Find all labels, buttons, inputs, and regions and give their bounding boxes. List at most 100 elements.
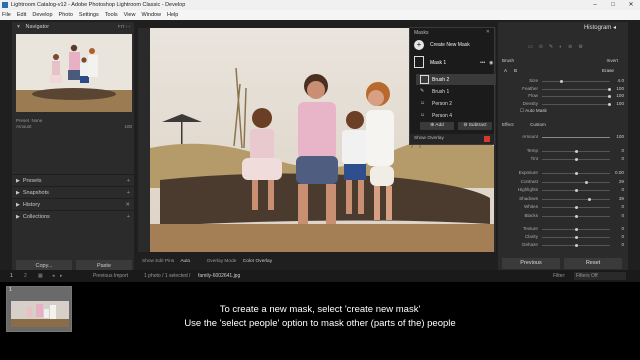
history-section[interactable]: ▶ History ✕	[12, 198, 134, 210]
slider-value[interactable]: 100	[612, 86, 624, 91]
slider-track[interactable]	[542, 236, 610, 239]
slider-texture[interactable]: Texture 0	[508, 226, 624, 233]
slider-feather[interactable]: Feather 100	[508, 86, 624, 93]
menu-window[interactable]: Window	[141, 10, 161, 20]
slider-value[interactable]: 0	[612, 187, 624, 192]
subtract-mask-button[interactable]: ⊖ Subtract	[458, 122, 492, 130]
back-arrow-icon[interactable]: ◂	[52, 270, 55, 282]
amount-slider[interactable]: Amount 100	[508, 134, 624, 141]
navigator-zoom-options[interactable]: FIT ‹ ›	[118, 22, 130, 32]
snapshots-section[interactable]: ▶ Snapshots +	[12, 186, 134, 198]
source-previous-import[interactable]: Previous Import	[93, 270, 128, 282]
slider-track[interactable]	[542, 214, 610, 218]
menu-help[interactable]: Help	[167, 10, 178, 20]
brush-a-tab[interactable]: A	[504, 68, 507, 73]
slider-tint[interactable]: Tint 0	[508, 156, 624, 163]
page-1-button[interactable]: 1	[10, 270, 13, 282]
slider-track[interactable]	[542, 189, 610, 192]
slider-value[interactable]: 100	[612, 93, 624, 98]
slider-exposure[interactable]: Exposure 0.00	[508, 170, 624, 177]
reset-button[interactable]: Reset	[564, 258, 622, 269]
slider-value[interactable]: 0	[612, 234, 624, 239]
effect-select[interactable]: Custom	[530, 122, 546, 127]
brush-2-label[interactable]: Brush 2	[432, 77, 449, 83]
tool-strip-icons[interactable]: ▭⊙✎◐⊘⚙	[528, 44, 618, 50]
auto-mask-checkbox[interactable]: ☐ Auto Mask	[520, 108, 547, 114]
slider-track[interactable]	[542, 228, 610, 231]
slider-knob[interactable]	[608, 102, 611, 106]
overlay-mode-select[interactable]: Color Overlay	[243, 259, 272, 264]
histogram-header[interactable]: Histogram ◂	[498, 22, 628, 34]
slider-value[interactable]: 0	[612, 226, 624, 231]
person-4-label[interactable]: Person 4	[432, 113, 452, 119]
preset-value[interactable]: None	[32, 118, 43, 123]
add-mask-button[interactable]: ⊕ Add	[420, 122, 454, 130]
navigator-header[interactable]: ▼ Navigator FIT ‹ ›	[12, 22, 134, 32]
amount-track[interactable]	[542, 137, 610, 138]
brush-b-tab[interactable]: B	[514, 68, 517, 73]
slider-value[interactable]: 0	[612, 213, 624, 218]
slider-knob[interactable]	[608, 87, 611, 91]
maximize-button[interactable]: □	[604, 0, 622, 10]
slider-dehaze[interactable]: Dehaze 0	[508, 242, 624, 249]
person-2-label[interactable]: Person 2	[432, 101, 452, 107]
slider-track[interactable]	[542, 150, 610, 153]
more-options-icon[interactable]: •••	[480, 60, 485, 66]
slider-density[interactable]: Density 100	[508, 101, 624, 108]
slider-track[interactable]	[542, 158, 610, 161]
filter-select[interactable]: Filters Off	[574, 272, 626, 280]
slider-contrast[interactable]: Contrast 29	[508, 179, 624, 186]
slider-knob[interactable]	[575, 189, 578, 192]
slider-track[interactable]	[542, 80, 610, 83]
slider-whites[interactable]: Whites 0	[508, 204, 624, 211]
menu-tools[interactable]: Tools	[105, 10, 118, 20]
slider-track[interactable]	[542, 180, 610, 184]
menu-develop[interactable]: Develop	[32, 10, 52, 20]
slider-highlights[interactable]: Highlights 0	[508, 187, 624, 194]
slider-value[interactable]: 100	[612, 101, 624, 106]
collections-section[interactable]: ▶ Collections +	[12, 210, 134, 222]
slider-knob[interactable]	[587, 197, 591, 201]
slider-knob[interactable]	[575, 150, 578, 153]
create-new-mask-button[interactable]: Create New Mask	[430, 42, 470, 48]
slider-knob[interactable]	[584, 180, 588, 184]
slider-track[interactable]	[542, 244, 610, 247]
slider-knob[interactable]	[575, 214, 578, 218]
slider-track[interactable]	[542, 95, 611, 98]
slider-knob[interactable]	[608, 95, 611, 98]
previous-button[interactable]: Previous	[502, 258, 560, 269]
menu-file[interactable]: File	[2, 10, 11, 20]
slider-track[interactable]	[542, 206, 610, 209]
slider-track[interactable]	[542, 197, 610, 201]
preset-amount-value[interactable]: 100	[124, 124, 132, 130]
slider-value[interactable]: 4.0	[612, 78, 624, 83]
navigator-preview[interactable]	[16, 34, 132, 112]
overlay-color-swatch[interactable]	[484, 136, 490, 142]
slider-knob[interactable]	[575, 236, 578, 239]
menu-edit[interactable]: Edit	[17, 10, 26, 20]
slider-temp[interactable]: Temp 0	[508, 148, 624, 155]
visibility-eye-icon[interactable]: ◉	[489, 60, 493, 66]
slider-value[interactable]: 39	[612, 196, 624, 201]
close-button[interactable]: ✕	[622, 0, 640, 10]
slider-size[interactable]: Size 4.0	[508, 78, 624, 85]
create-new-mask-plus-icon[interactable]: +	[414, 40, 424, 50]
slider-value[interactable]: 29	[612, 179, 624, 184]
forward-arrow-icon[interactable]: ▸	[60, 270, 63, 282]
slider-value[interactable]: 0	[612, 156, 624, 161]
page-2-button[interactable]: 2	[24, 270, 27, 282]
minimize-button[interactable]: –	[586, 0, 604, 10]
slider-flow[interactable]: Flow 100	[508, 93, 624, 100]
slider-value[interactable]: 0.00	[612, 170, 624, 175]
menu-view[interactable]: View	[124, 10, 136, 20]
slider-knob[interactable]	[560, 80, 564, 83]
slider-shadows[interactable]: Shadows 39	[508, 196, 624, 203]
add-icon[interactable]: +	[127, 211, 130, 223]
menu-settings[interactable]: Settings	[79, 10, 99, 20]
menu-photo[interactable]: Photo	[59, 10, 73, 20]
grid-view-icon[interactable]: ▦	[38, 270, 43, 282]
invert-option[interactable]: Invert	[607, 58, 619, 63]
edit-pins-select[interactable]: Auto	[180, 259, 190, 264]
amount-value[interactable]: 100	[616, 134, 624, 139]
slider-track[interactable]	[542, 172, 610, 175]
